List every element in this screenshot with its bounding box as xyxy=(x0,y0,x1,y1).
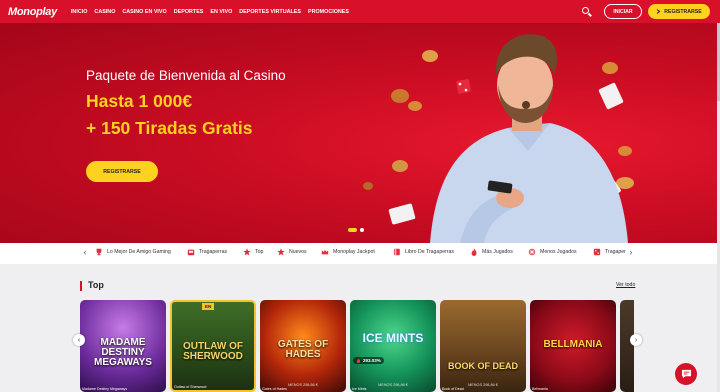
game-caption: Gates of Hades xyxy=(262,387,287,391)
nav-en-vivo[interactable]: EN VIVO xyxy=(210,9,232,15)
category-label: Tragaperras xyxy=(199,249,228,255)
game-caption: Madame Destiny Megaways xyxy=(82,387,128,391)
logo[interactable]: Monoplay xyxy=(8,6,57,18)
book-icon xyxy=(394,248,400,256)
chat-button[interactable] xyxy=(675,363,697,385)
category-label: Top xyxy=(255,249,264,255)
category-label: Menos Jugados xyxy=(540,249,577,255)
fire-icon xyxy=(471,248,477,256)
star-icon xyxy=(277,248,285,256)
game-tile[interactable]: BOOK OF DEAD MENOS 298,86 € Book of Dead xyxy=(440,300,526,392)
fire-icon xyxy=(356,358,361,363)
top-header: Monoplay INICIO CASINO CASINO EN VIVO DE… xyxy=(0,0,720,23)
game-caption: Ice Mints xyxy=(352,387,367,391)
chat-icon xyxy=(681,369,691,379)
category-tragaperras[interactable]: Tragaperras xyxy=(187,248,227,256)
game-tile[interactable]: EN OUTLAW OF SHERWOOD Outlaw of Sherwood xyxy=(170,300,256,392)
carousel-dot[interactable] xyxy=(360,228,364,232)
slot-machine-icon xyxy=(187,249,195,256)
arrow-right-icon xyxy=(656,9,661,14)
category-bar: ‹ Lo Mejor De Amigo Gaming Tragaperras T… xyxy=(0,243,717,264)
game-tile-partial[interactable] xyxy=(620,300,634,392)
chevron-right-icon[interactable]: › xyxy=(626,247,636,257)
game-tile[interactable]: BELLMANIA Bellmania xyxy=(530,300,616,392)
main-nav: INICIO CASINO CASINO EN VIVO DEPORTES EN… xyxy=(71,9,349,15)
hero-banner[interactable]: Paquete de Bienvenida al Casino Hasta 1 … xyxy=(0,23,717,243)
carousel-next-button[interactable]: › xyxy=(630,334,642,346)
chevron-left-icon[interactable]: ‹ xyxy=(80,247,90,257)
category-label: Nuevos xyxy=(289,249,307,255)
game-title: BELLMANIA xyxy=(543,339,603,350)
carousel-dot-active[interactable] xyxy=(348,228,357,232)
hero-register-button[interactable]: REGISTRARSE xyxy=(86,161,158,182)
search-icon[interactable] xyxy=(580,5,594,19)
hero-headline-1: Hasta 1 000€ xyxy=(86,91,193,111)
language-badge: EN xyxy=(202,303,215,310)
header-actions: INICIAR REGISTRARSE xyxy=(580,4,710,19)
hero-illustration xyxy=(363,34,634,243)
category-top[interactable]: Top xyxy=(243,248,263,256)
hero-subtitle: Paquete de Bienvenida al Casino xyxy=(86,68,286,83)
game-caption: Bellmania xyxy=(532,387,548,391)
category-mas-jugados[interactable]: Más Jugados xyxy=(470,248,513,256)
game-title: ICE MINTS xyxy=(362,331,424,345)
see-all-link[interactable]: Ver todo xyxy=(616,282,635,288)
register-button-label: REGISTRARSE xyxy=(664,8,702,15)
nav-promociones[interactable]: PROMOCIONES xyxy=(308,9,349,15)
login-button[interactable]: INICIAR xyxy=(604,4,642,19)
nav-casino[interactable]: CASINO xyxy=(94,9,115,15)
category-jackpot[interactable]: Monoplay Jackpot xyxy=(321,248,375,256)
star-icon xyxy=(243,248,251,256)
dice-icon xyxy=(593,248,601,256)
register-button[interactable]: REGISTRARSE xyxy=(648,4,710,19)
game-title: GATES OF HADES xyxy=(277,339,329,360)
section-title: Top xyxy=(88,280,104,290)
crown-icon xyxy=(321,249,329,255)
snowflake-icon xyxy=(528,248,536,256)
game-tile[interactable]: GATES OF HADES MENOS 298,86 € Gates of H… xyxy=(260,300,346,392)
category-label: Tragaper xyxy=(605,249,626,255)
game-title: OUTLAW OF SHERWOOD xyxy=(183,341,243,362)
category-label: Lo Mejor De Amigo Gaming xyxy=(107,249,171,255)
chevron-left-icon: ‹ xyxy=(77,336,81,344)
nav-deportes[interactable]: DEPORTES xyxy=(174,9,204,15)
rtp-badge: 293.03% xyxy=(353,357,384,364)
category-label: Más Jugados xyxy=(482,249,513,255)
rtp-value: 293.03% xyxy=(363,358,381,363)
carousel-prev-button[interactable]: ‹ xyxy=(73,334,85,346)
game-caption: Book of Dead xyxy=(442,387,464,391)
category-label: Libro De Tragaperras xyxy=(405,249,455,255)
category-libro[interactable]: Libro De Tragaperras xyxy=(393,248,454,256)
page: Monoplay INICIO CASINO CASINO EN VIVO DE… xyxy=(0,0,720,392)
game-caption: Outlaw of Sherwood xyxy=(174,385,207,389)
category-menos-jugados[interactable]: Menos Jugados xyxy=(528,248,577,256)
chevron-right-icon: › xyxy=(634,336,638,344)
category-label: Monoplay Jackpot xyxy=(333,249,375,255)
category-nuevos[interactable]: Nuevos xyxy=(277,248,307,256)
game-title: MADAME DESTINY MEGAWAYS xyxy=(94,337,152,368)
category-tragaper[interactable]: Tragaper xyxy=(593,248,626,256)
hero-headline-2: + 150 Tiradas Gratis xyxy=(86,118,253,138)
game-title: BOOK OF DEAD xyxy=(447,361,518,371)
section-marker xyxy=(80,281,82,291)
nav-inicio[interactable]: INICIO xyxy=(71,9,87,15)
nav-casino-en-vivo[interactable]: CASINO EN VIVO xyxy=(122,9,166,15)
trophy-icon xyxy=(96,248,102,256)
carousel-dots xyxy=(348,228,364,232)
category-lo-mejor[interactable]: Lo Mejor De Amigo Gaming xyxy=(95,248,171,256)
game-tile[interactable]: MADAME DESTINY MEGAWAYS Madame Destiny M… xyxy=(80,300,166,392)
nav-deportes-virtuales[interactable]: DEPORTES VIRTUALES xyxy=(239,9,301,15)
game-tile[interactable]: ICE MINTS 293.03% MENOS 298,86 € Ice Min… xyxy=(350,300,436,392)
